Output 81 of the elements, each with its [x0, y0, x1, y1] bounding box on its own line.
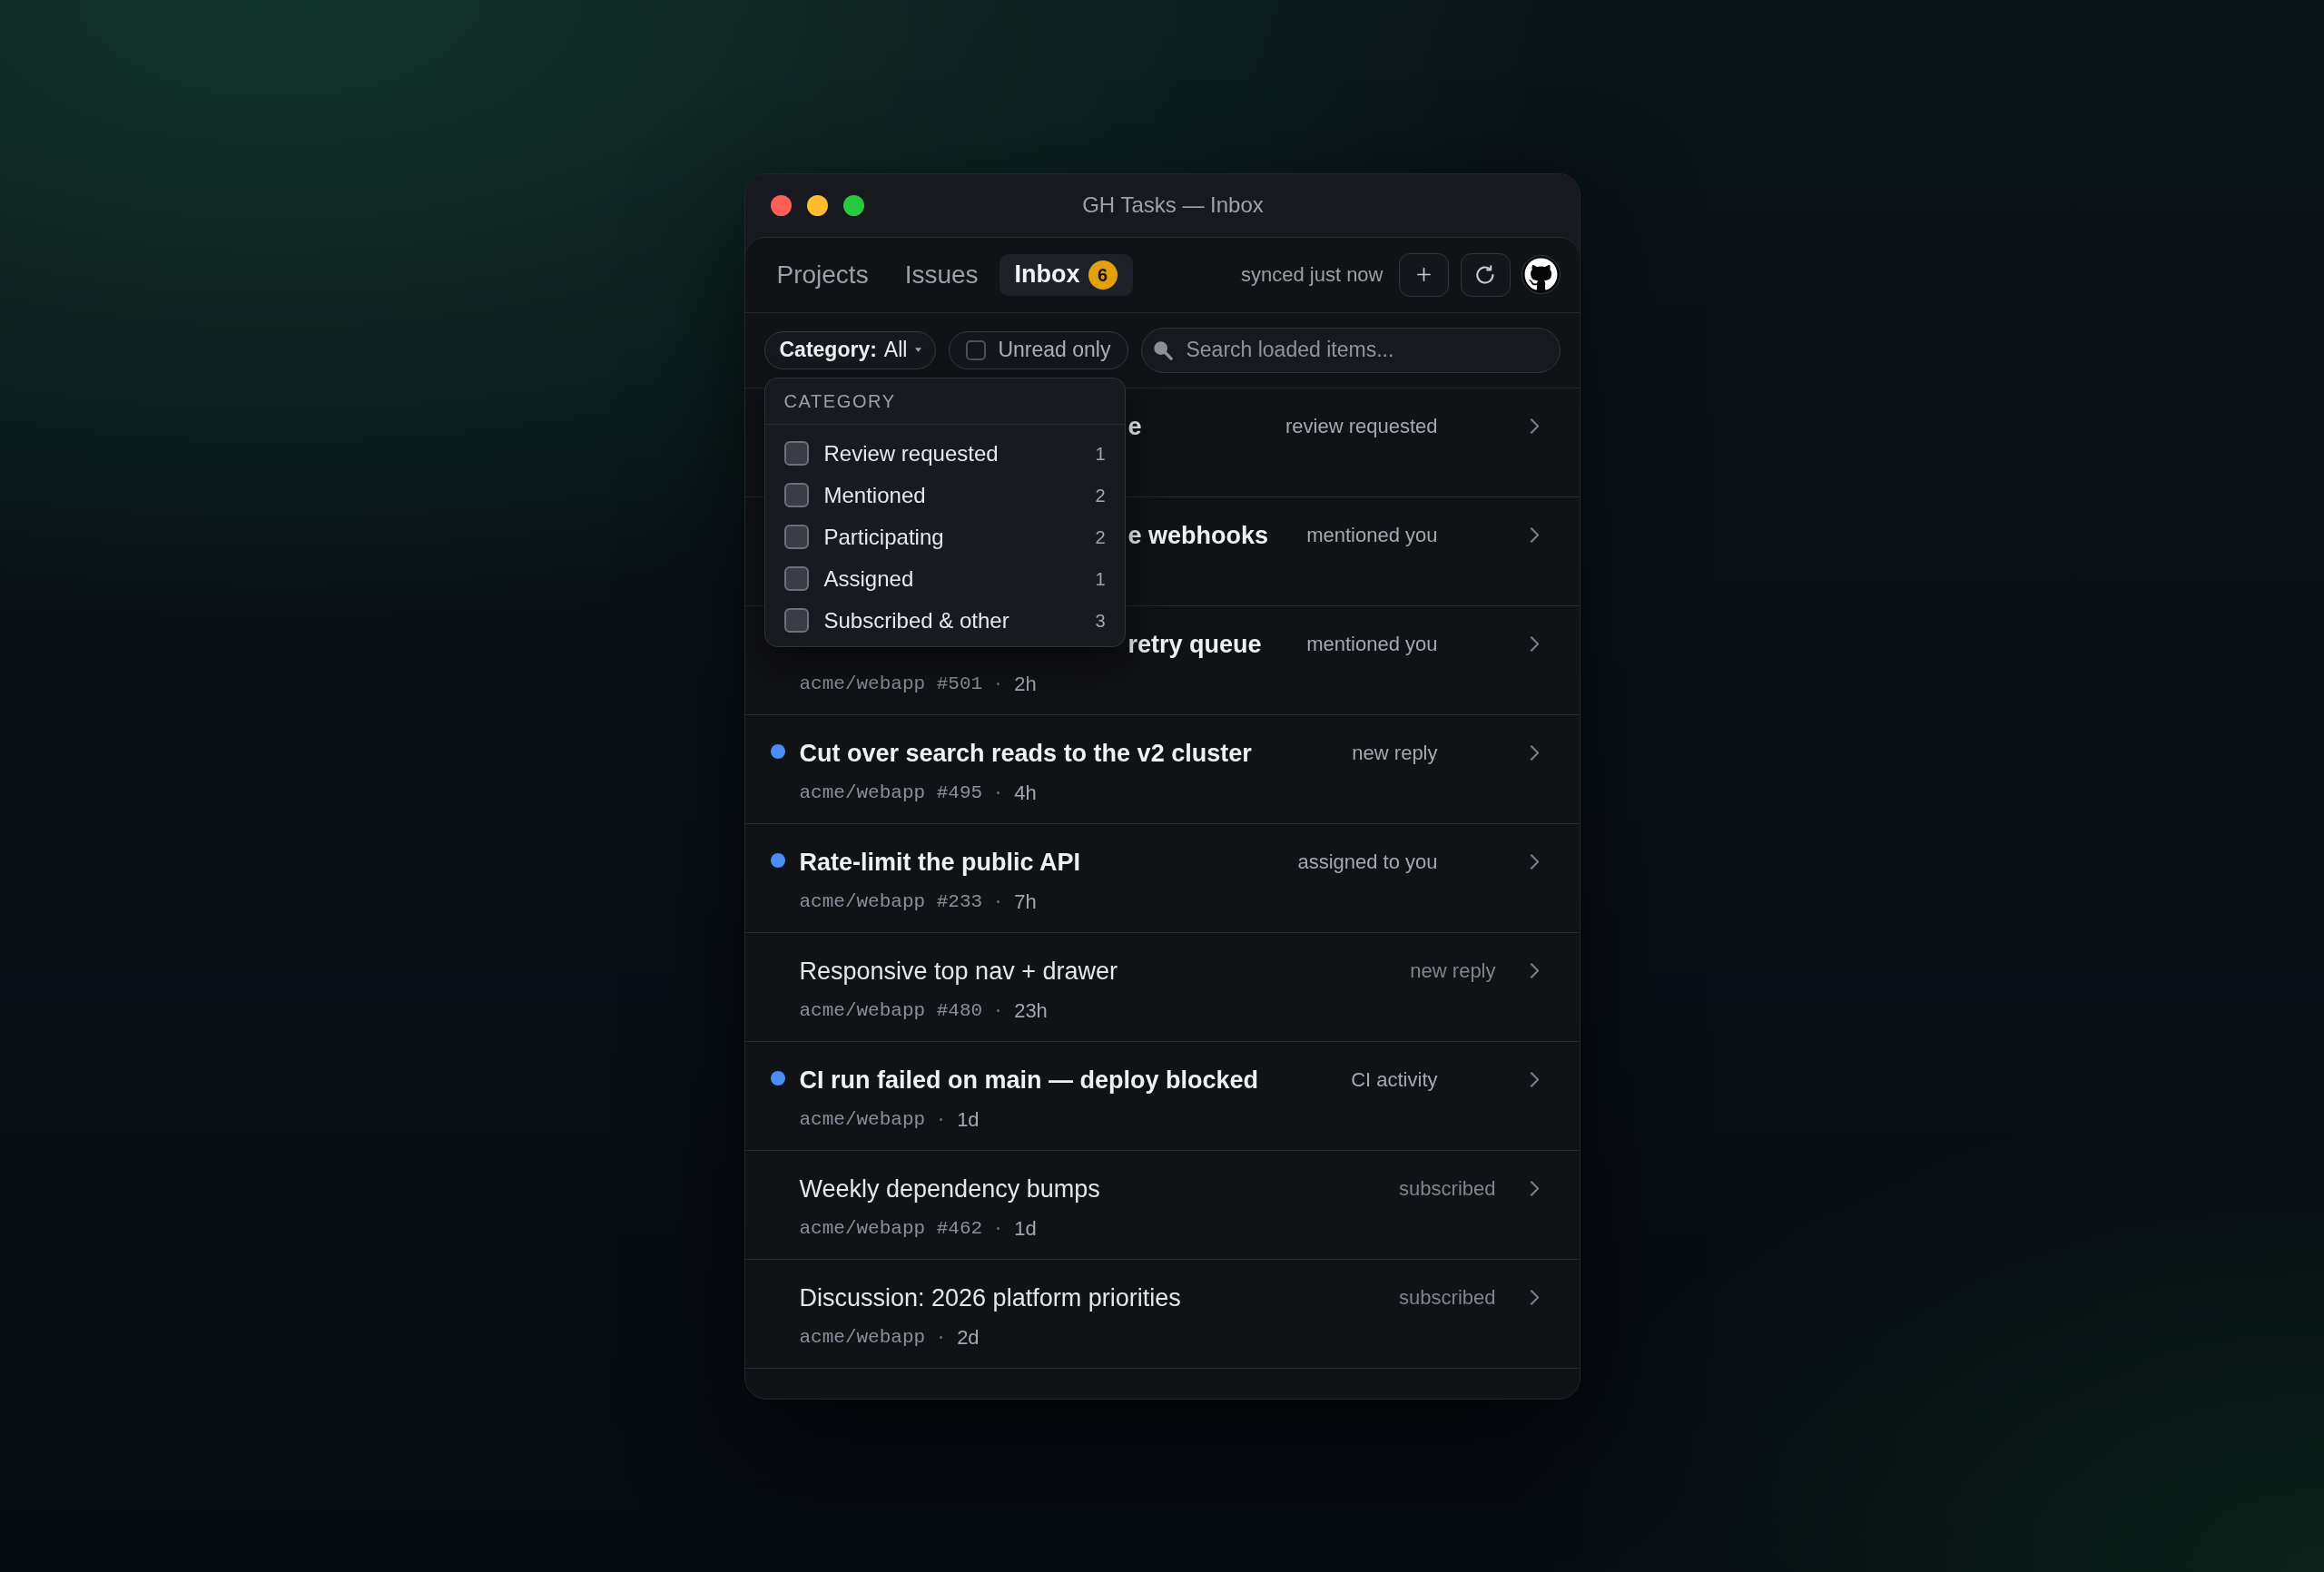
inbox-item[interactable]: Cut over search reads to the v2 cluster acme/webapp #495 4h new reply	[744, 714, 1580, 824]
item-title: Rate-limit the public API	[799, 847, 1081, 877]
menu-option[interactable]: Review requested 1	[764, 432, 1125, 475]
item-age: 2d	[957, 1325, 980, 1351]
item-ref: acme/webapp	[799, 1107, 926, 1132]
item-title: Cut over search reads to the v2 cluster	[799, 738, 1252, 768]
menu-heading: CATEGORY	[783, 389, 896, 413]
item-age: 7h	[1014, 889, 1037, 915]
item-title: Weekly dependency bumps	[799, 1174, 1100, 1204]
item-title: Discussion: 2026 platform priorities	[799, 1282, 1181, 1312]
nav-tab[interactable]: Inbox 6	[999, 253, 1133, 296]
menu-option[interactable]: Assigned 1	[764, 557, 1125, 600]
cat-logo-icon	[1523, 258, 1558, 291]
nav-tab[interactable]: Projects	[761, 253, 884, 296]
search-icon	[1154, 340, 1174, 360]
option-count: 1	[1095, 567, 1106, 591]
item-age: 1d	[1014, 1216, 1037, 1242]
checkbox[interactable]	[783, 566, 809, 591]
count-badge: 6	[1088, 260, 1118, 290]
chevron-right-icon	[1529, 1288, 1540, 1306]
item-age: 2h	[1014, 672, 1037, 697]
inbox-item[interactable]: Weekly dependency bumps acme/webapp #462 1d subscribed	[744, 1150, 1580, 1260]
item-ref: acme/webapp #501	[799, 672, 983, 696]
search-field[interactable]: Search loaded items...	[1141, 327, 1561, 373]
item-reason: assigned to you	[1297, 849, 1438, 875]
chevron-right-icon	[1529, 417, 1540, 435]
zoom-button[interactable]	[842, 194, 864, 216]
item-age: 23h	[1014, 998, 1048, 1024]
plus-icon	[1416, 268, 1431, 281]
item-reason: new reply	[1352, 740, 1438, 766]
account-button[interactable]	[1521, 255, 1561, 294]
refresh-icon	[1476, 265, 1494, 284]
item-title: Responsive top nav + drawer	[799, 956, 1118, 986]
refresh-button[interactable]	[1460, 252, 1511, 297]
item-reason: mentioned you	[1306, 522, 1438, 548]
minimize-button[interactable]	[806, 194, 828, 216]
inbox-item[interactable]: Responsive top nav + drawer acme/webapp #480 23h new reply	[744, 932, 1580, 1042]
inbox-item[interactable]: Rate-limit the public API acme/webapp #233 7h assigned to you	[744, 823, 1580, 933]
unread-only-toggle[interactable]: Unread only	[949, 330, 1129, 369]
item-reason: subscribed	[1399, 1284, 1496, 1311]
checkbox[interactable]	[783, 525, 809, 549]
chevron-right-icon	[1529, 634, 1540, 653]
item-ref: acme/webapp #480	[799, 998, 983, 1023]
item-age: 1d	[957, 1107, 980, 1133]
chevron-right-icon	[1529, 1070, 1540, 1088]
chevron-right-icon	[1529, 526, 1540, 544]
item-title: retry queue	[1128, 629, 1262, 659]
inbox-item[interactable]: CI run failed on main — deploy blocked acme/webapp 1d CI activity	[744, 1041, 1580, 1151]
chevron-right-icon	[1529, 852, 1540, 870]
add-button[interactable]	[1398, 252, 1449, 297]
item-ref: acme/webapp #495	[799, 781, 983, 805]
item-title: e	[1128, 411, 1142, 441]
item-reason: CI activity	[1351, 1066, 1438, 1093]
sync-status: synced just now	[1240, 262, 1384, 288]
item-ref: acme/webapp	[799, 1325, 926, 1350]
category-filter-button[interactable]: Category: All	[763, 330, 937, 369]
item-title: CI run failed on main — deploy blocked	[799, 1065, 1259, 1095]
checkbox[interactable]	[966, 339, 987, 360]
item-reason: mentioned you	[1306, 631, 1438, 657]
checkbox[interactable]	[783, 483, 809, 507]
inbox-item[interactable]: Discussion: 2026 platform priorities acme/webapp 2d subscribed	[744, 1259, 1580, 1369]
option-count: 1	[1095, 442, 1106, 466]
chevron-right-icon	[1529, 1179, 1540, 1197]
checkbox[interactable]	[783, 608, 809, 633]
nav-tab[interactable]: Issues	[889, 253, 994, 296]
chevron-right-icon	[1529, 961, 1540, 979]
item-title: e webhooks	[1128, 520, 1269, 550]
item-ref: acme/webapp #233	[799, 889, 983, 914]
item-reason: review requested	[1285, 413, 1438, 439]
item-reason: subscribed	[1399, 1175, 1496, 1202]
chevron-right-icon	[1529, 743, 1540, 761]
window-title: GH Tasks — Inbox	[1082, 192, 1264, 219]
item-reason: new reply	[1410, 958, 1496, 984]
item-age: 4h	[1014, 781, 1037, 806]
item-ref: acme/webapp #462	[799, 1216, 983, 1241]
option-count: 2	[1095, 526, 1106, 549]
option-count: 3	[1095, 609, 1106, 633]
checkbox[interactable]	[783, 441, 809, 466]
caret-icon	[915, 348, 922, 352]
menu-option[interactable]: Participating 2	[764, 516, 1125, 558]
close-button[interactable]	[770, 194, 792, 216]
